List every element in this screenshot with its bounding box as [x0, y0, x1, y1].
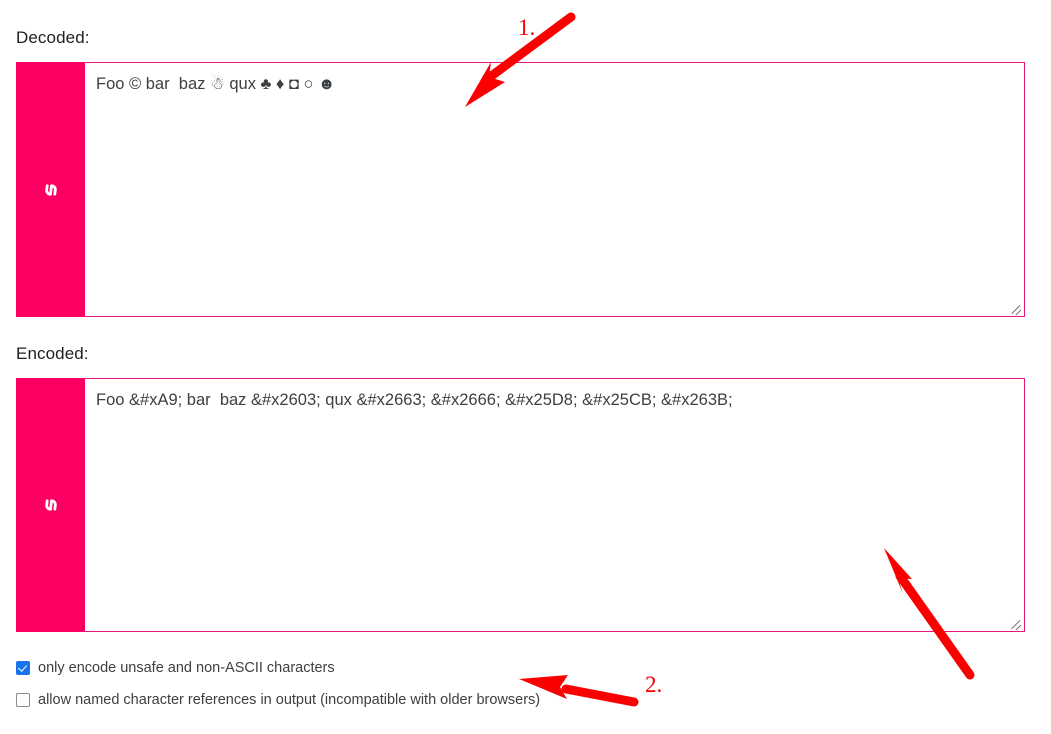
- decoded-textarea[interactable]: Foo © bar baz ☃ qux ♣ ♦ ◘ ○ ☻: [85, 63, 1024, 316]
- decoded-textarea-group: Foo © bar baz ☃ qux ♣ ♦ ◘ ○ ☻: [16, 62, 1025, 317]
- encoded-field-label: Encoded:: [16, 344, 89, 363]
- decoded-link-handle[interactable]: [16, 62, 85, 317]
- option-allow-named-references[interactable]: allow named character references in outp…: [16, 691, 540, 709]
- encoded-textarea[interactable]: Foo &#xA9; bar baz &#x2603; qux &#x2663;…: [85, 379, 1024, 631]
- annotation-marker-2: 2.: [645, 672, 663, 697]
- checkbox-only-encode-unsafe[interactable]: [16, 661, 30, 675]
- encoder-decoder-page: Decoded: Foo © bar baz ☃ qux ♣ ♦ ◘ ○ ☻ E…: [0, 0, 1051, 734]
- encoded-textarea-group: Foo &#xA9; bar baz &#x2603; qux &#x2663;…: [16, 378, 1025, 632]
- option-only-encode-unsafe[interactable]: only encode unsafe and non-ASCII charact…: [16, 659, 335, 677]
- link-icon: [38, 177, 64, 203]
- encoded-resize-grip[interactable]: [1008, 615, 1022, 629]
- encoded-link-handle[interactable]: [16, 378, 85, 632]
- checkbox-allow-named-references[interactable]: [16, 693, 30, 707]
- option-label-only-encode-unsafe[interactable]: only encode unsafe and non-ASCII charact…: [38, 659, 335, 677]
- decoded-field-label: Decoded:: [16, 28, 90, 47]
- option-label-allow-named-references[interactable]: allow named character references in outp…: [38, 691, 540, 709]
- decoded-resize-grip[interactable]: [1008, 300, 1022, 314]
- encoded-text-value[interactable]: Foo &#xA9; bar baz &#x2603; qux &#x2663;…: [96, 390, 1016, 411]
- link-icon: [38, 492, 64, 518]
- annotation-marker-1: 1.: [518, 15, 536, 40]
- decoded-text-value[interactable]: Foo © bar baz ☃ qux ♣ ♦ ◘ ○ ☻: [96, 74, 1016, 95]
